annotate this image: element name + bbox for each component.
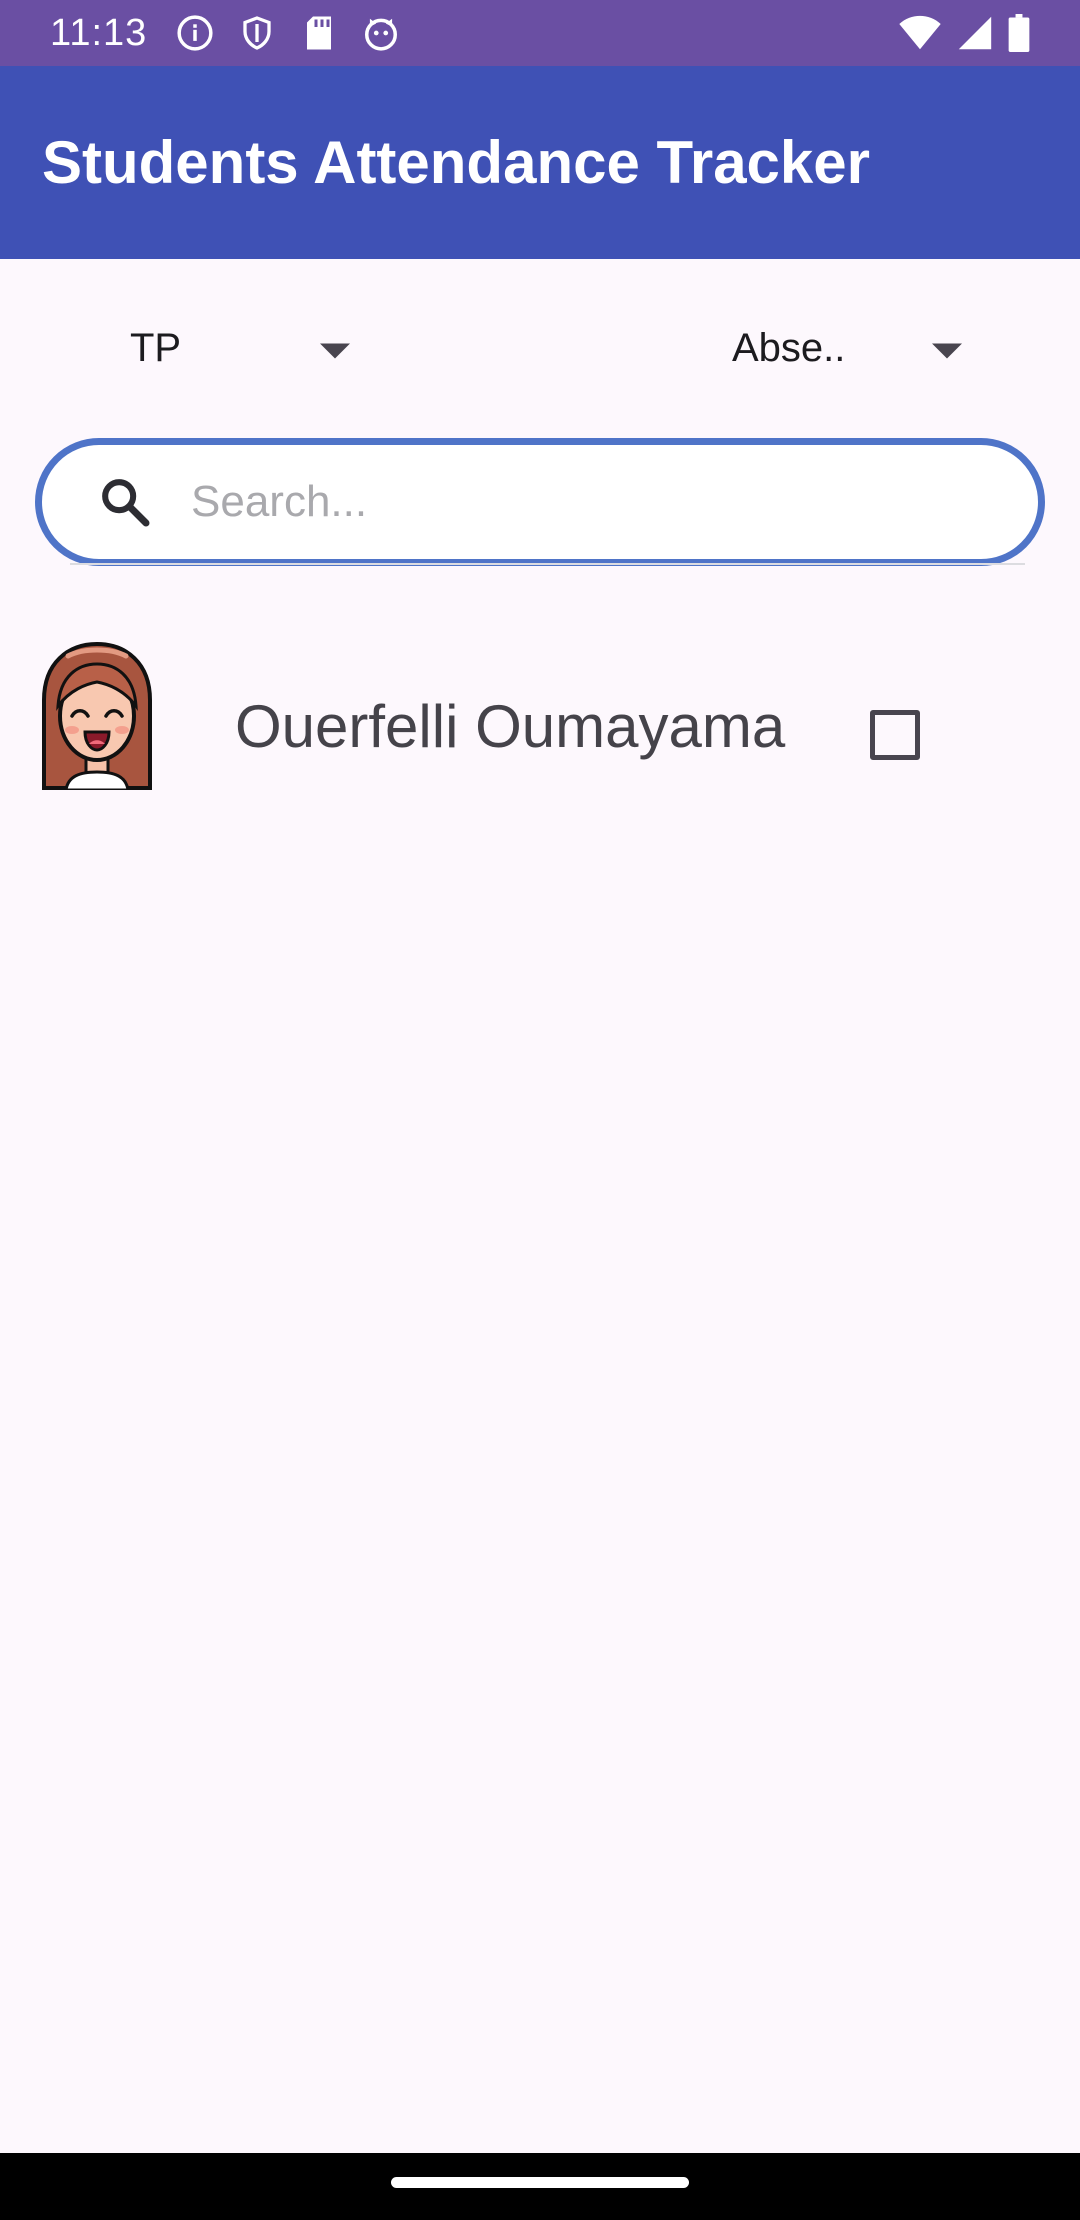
cat-face-icon [361,13,401,53]
home-gesture-handle[interactable] [391,2177,689,2188]
shield-icon [237,13,277,53]
attendance-checkbox[interactable] [870,710,920,760]
system-nav-bar [0,2153,1080,2220]
app-title: Students Attendance Tracker [42,129,871,196]
search-icon [97,474,153,530]
wifi-icon [898,13,942,53]
search-underline [70,563,1025,565]
student-list-item[interactable]: Ouerfelli Oumayama [0,630,1080,790]
student-name: Ouerfelli Oumayama [235,693,786,760]
dropdown-arrow-icon [320,343,350,359]
battery-icon [1008,13,1030,53]
sd-card-icon [299,13,339,53]
session-type-selected: TP [130,325,182,370]
app-bar: Students Attendance Tracker [0,66,1080,259]
session-type-spinner[interactable]: TP [130,300,350,396]
status-bar: 11:13 [0,0,1080,66]
status-icons-right [898,13,1030,53]
search-box[interactable] [35,438,1045,566]
signal-icon [956,13,994,53]
search-input[interactable] [191,477,971,527]
status-time: 11:13 [50,11,148,54]
attendance-status-selected: Abse.. [732,325,846,370]
dropdown-arrow-icon [932,343,962,359]
girl-avatar-icon [38,638,156,790]
attendance-status-spinner[interactable]: Abse.. [732,300,962,396]
info-icon [175,13,215,53]
status-icons-left [175,13,401,53]
